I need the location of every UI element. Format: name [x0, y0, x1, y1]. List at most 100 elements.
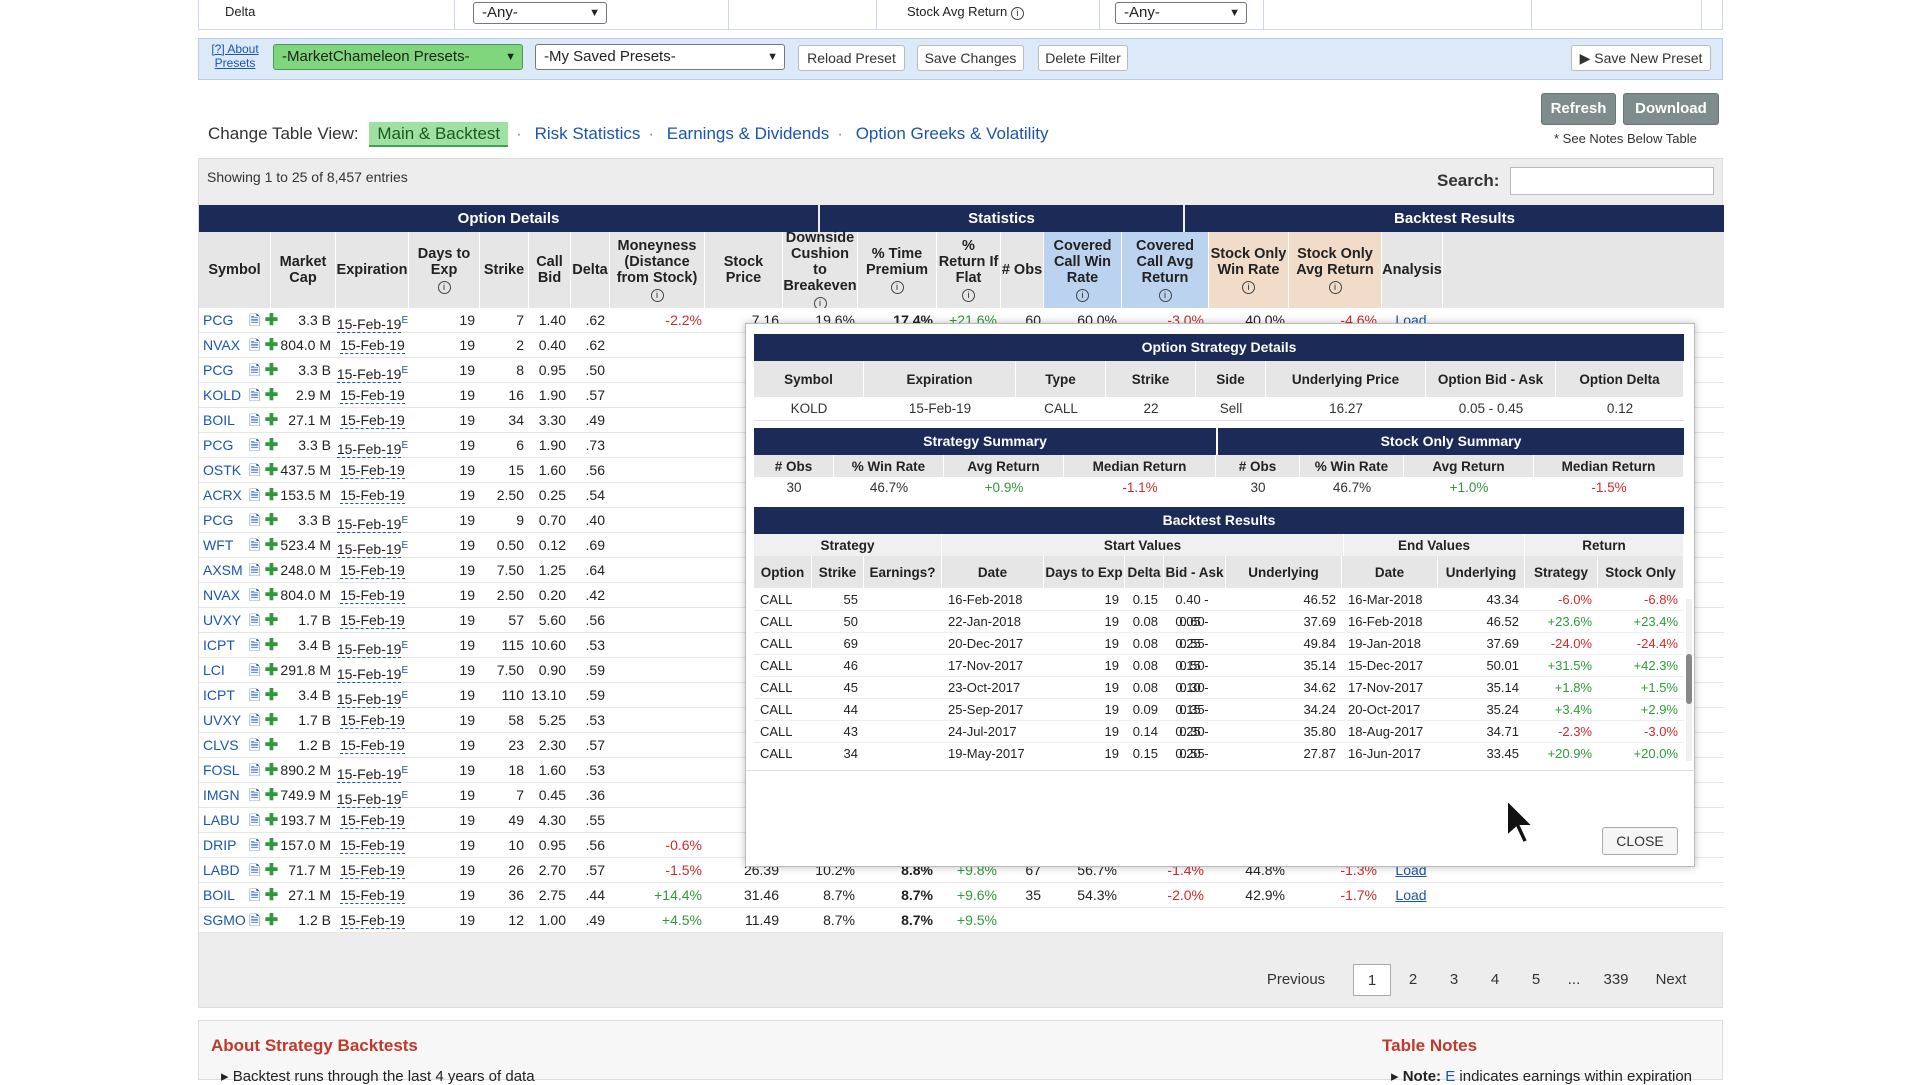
column-header[interactable]: Downside Cushion to Breakeven i [783, 230, 858, 310]
page-3-button[interactable]: 3 [1435, 964, 1473, 996]
document-icon[interactable]: 🗎 [249, 612, 260, 628]
symbol-link[interactable]: LABU [203, 808, 243, 833]
reload-preset-button[interactable]: Reload Preset [798, 45, 905, 71]
expiration-date[interactable]: 15-Feb-19 [336, 540, 402, 558]
column-header[interactable]: Stock Price [705, 232, 783, 308]
document-icon[interactable]: 🗎 [249, 462, 260, 478]
symbol-link[interactable]: SGMO [203, 908, 246, 933]
symbol-link[interactable]: DRIP [203, 833, 243, 858]
tab-main-backtest[interactable]: Main & Backtest [369, 122, 509, 147]
document-icon[interactable]: 🗎 [249, 887, 260, 903]
document-icon[interactable]: 🗎 [249, 662, 260, 678]
document-icon[interactable]: 🗎 [249, 912, 260, 928]
about-presets-link[interactable]: [?] About Presets [207, 42, 263, 70]
symbol-link[interactable]: PCG [203, 308, 243, 333]
previous-page-button[interactable]: Previous [1261, 964, 1331, 996]
marketchameleon-presets-select[interactable]: -MarketChameleon Presets- ▼ [273, 44, 523, 70]
symbol-link[interactable]: LABD [203, 858, 243, 883]
page-4-button[interactable]: 4 [1476, 964, 1514, 996]
document-icon[interactable]: 🗎 [249, 437, 260, 453]
symbol-link[interactable]: BOIL [203, 883, 243, 908]
document-icon[interactable]: 🗎 [249, 337, 260, 353]
expiration-date[interactable]: 15-Feb-19 [336, 315, 402, 333]
delta-filter-select[interactable]: -Any- ▼ [473, 2, 607, 24]
symbol-link[interactable]: PCG [203, 433, 243, 458]
symbol-link[interactable]: CLVS [203, 733, 243, 758]
load-analysis-link[interactable]: Load [1382, 883, 1440, 908]
info-icon[interactable]: i [1328, 281, 1342, 294]
column-header[interactable]: Delta [571, 232, 610, 308]
tab-option-greeks-volatility[interactable]: Option Greeks & Volatility [856, 124, 1049, 143]
expiration-date[interactable]: 15-Feb-19 [340, 337, 405, 354]
info-icon[interactable]: i [1010, 7, 1024, 20]
document-icon[interactable]: 🗎 [249, 312, 260, 328]
info-icon[interactable]: i [962, 289, 975, 302]
expiration-date[interactable]: 15-Feb-19 [336, 515, 402, 533]
document-icon[interactable]: 🗎 [249, 562, 260, 578]
expiration-date[interactable]: 15-Feb-19 [340, 862, 405, 879]
symbol-link[interactable]: FOSL [203, 758, 243, 783]
search-input[interactable] [1510, 167, 1714, 195]
expiration-date[interactable]: 15-Feb-19 [336, 690, 402, 708]
expiration-date[interactable]: 15-Feb-19 [340, 412, 405, 429]
expiration-date[interactable]: 15-Feb-19 [336, 440, 402, 458]
delete-filter-button[interactable]: Delete Filter [1038, 45, 1128, 71]
symbol-link[interactable]: NVAX [203, 583, 243, 608]
expiration-date[interactable]: 15-Feb-19 [336, 665, 402, 683]
symbol-link[interactable]: ICPT [203, 683, 243, 708]
page-339-button[interactable]: 339 [1594, 964, 1638, 996]
document-icon[interactable]: 🗎 [249, 362, 260, 378]
download-button[interactable]: Download [1623, 93, 1719, 125]
column-header[interactable]: % Time Premium i [858, 232, 937, 308]
column-header[interactable]: Call Bid [529, 232, 571, 308]
column-header[interactable]: Strike [480, 232, 529, 308]
document-icon[interactable]: 🗎 [249, 487, 260, 503]
document-icon[interactable]: 🗎 [249, 812, 260, 828]
column-header[interactable]: Analysis [1382, 232, 1443, 308]
symbol-link[interactable]: UVXY [203, 708, 243, 733]
info-icon[interactable]: i [890, 281, 904, 294]
expiration-date[interactable]: 15-Feb-19 [340, 912, 405, 929]
document-icon[interactable]: 🗎 [249, 712, 260, 728]
expiration-date[interactable]: 15-Feb-19 [340, 737, 405, 754]
page-1-button[interactable]: 1 [1353, 964, 1391, 996]
page-2-button[interactable]: 2 [1394, 964, 1432, 996]
document-icon[interactable]: 🗎 [249, 737, 260, 753]
column-header[interactable]: Covered Call Avg Return i [1122, 232, 1209, 308]
expiration-date[interactable]: 15-Feb-19 [340, 837, 405, 854]
expiration-date[interactable]: 15-Feb-19 [340, 812, 405, 829]
symbol-link[interactable]: AXSM [203, 558, 243, 583]
symbol-link[interactable]: BOIL [203, 408, 243, 433]
document-icon[interactable]: 🗎 [249, 637, 260, 653]
info-icon[interactable]: i [650, 289, 664, 302]
expiration-date[interactable]: 15-Feb-19 [336, 765, 402, 783]
column-header[interactable]: Stock Only Avg Return i [1289, 232, 1382, 308]
expiration-date[interactable]: 15-Feb-19 [336, 365, 402, 383]
symbol-link[interactable]: PCG [203, 508, 243, 533]
symbol-link[interactable]: IMGN [203, 783, 243, 808]
symbol-link[interactable]: ACRX [203, 483, 243, 508]
symbol-link[interactable]: NVAX [203, 333, 243, 358]
column-header[interactable]: Covered Call Win Rate i [1044, 232, 1122, 308]
scrollbar-thumb[interactable] [1686, 654, 1692, 704]
save-changes-button[interactable]: Save Changes [917, 45, 1024, 71]
column-header[interactable]: Stock Only Win Rate i [1209, 232, 1289, 308]
symbol-link[interactable]: LCI [203, 658, 243, 683]
document-icon[interactable]: 🗎 [249, 587, 260, 603]
symbol-link[interactable]: ICPT [203, 633, 243, 658]
info-icon[interactable]: i [437, 281, 451, 294]
save-new-preset-button[interactable]: ▶ Save New Preset [1571, 45, 1711, 71]
next-page-button[interactable]: Next [1646, 964, 1696, 996]
expiration-date[interactable]: 15-Feb-19 [340, 387, 405, 404]
document-icon[interactable]: 🗎 [249, 687, 260, 703]
expiration-date[interactable]: 15-Feb-19 [340, 612, 405, 629]
expiration-date[interactable]: 15-Feb-19 [340, 487, 405, 504]
symbol-link[interactable]: UVXY [203, 608, 243, 633]
expiration-date[interactable]: 15-Feb-19 [336, 640, 402, 658]
expiration-date[interactable]: 15-Feb-19 [340, 562, 405, 579]
close-button[interactable]: CLOSE [1602, 827, 1678, 855]
document-icon[interactable]: 🗎 [249, 512, 260, 528]
symbol-link[interactable]: PCG [203, 358, 243, 383]
document-icon[interactable]: 🗎 [249, 862, 260, 878]
column-header[interactable]: % Return If Flat i [937, 232, 1001, 308]
